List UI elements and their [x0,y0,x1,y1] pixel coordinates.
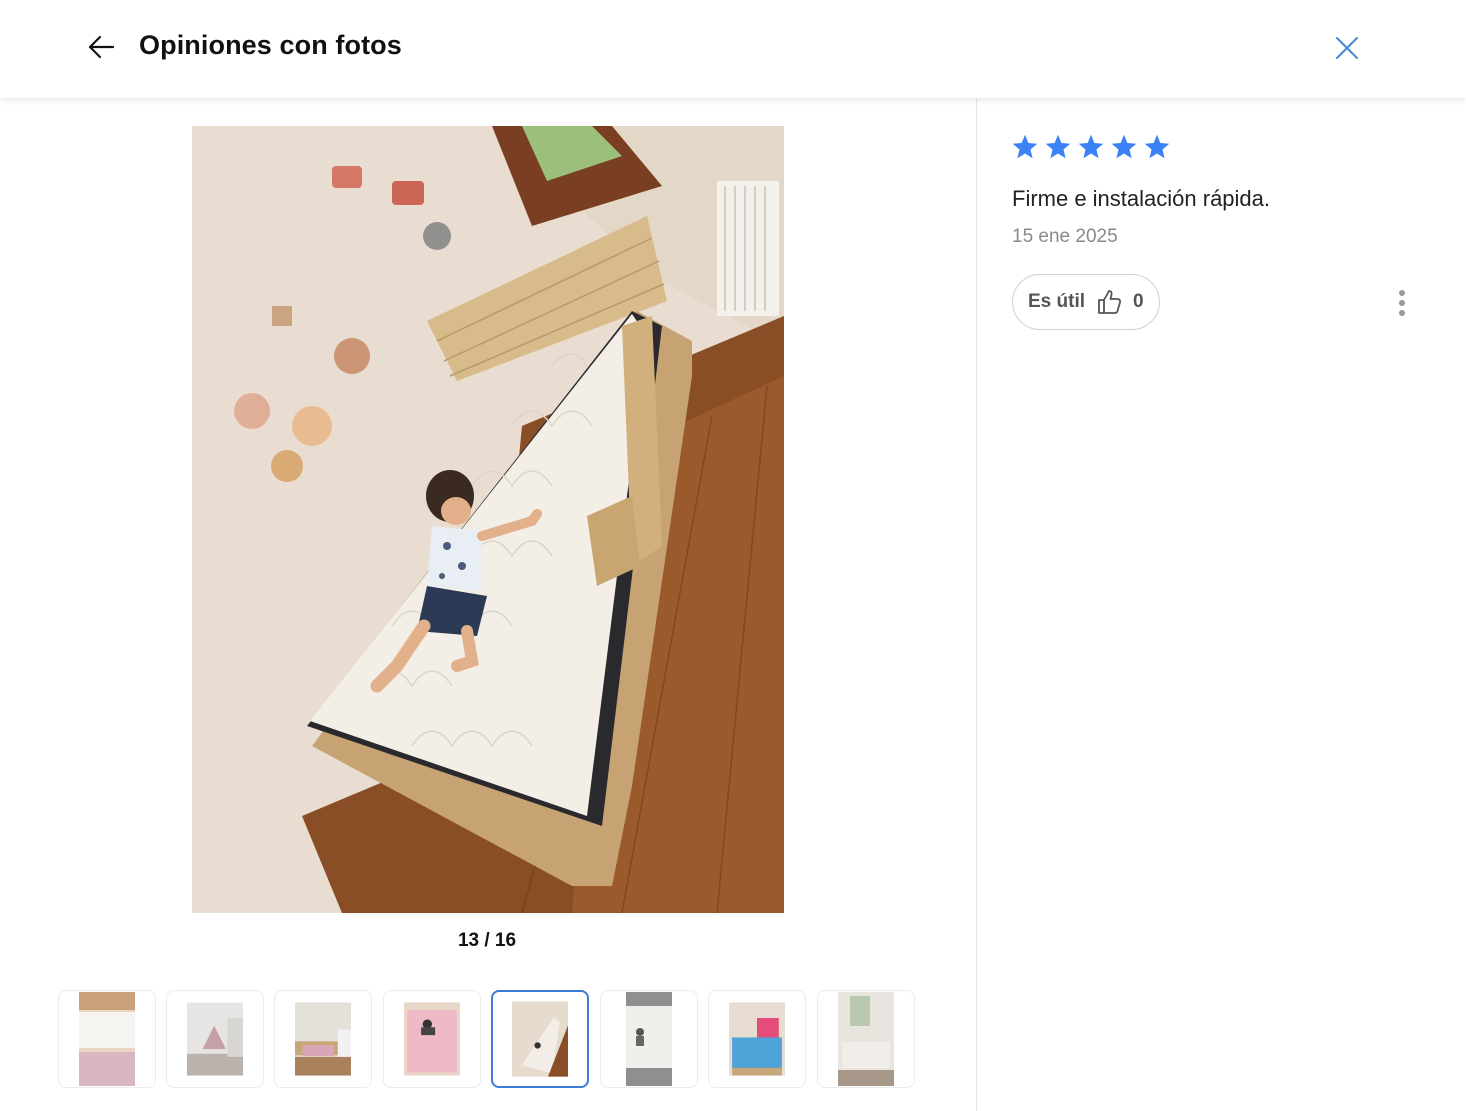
review-date: 15 ene 2025 [1012,226,1118,247]
thumbnail-2[interactable] [166,990,264,1088]
more-vertical-icon [1399,290,1405,296]
header: Opiniones con fotos [0,0,1466,98]
thumbnail-1[interactable] [58,990,156,1088]
thumbnail-5[interactable] [491,990,589,1088]
star-icon [1111,134,1137,159]
thumbnail-6[interactable] [600,990,698,1088]
star-icon [1012,134,1038,159]
more-vertical-icon-dot [1399,310,1405,316]
close-icon [1336,37,1358,59]
review-text: Firme e instalación rápida. [1012,186,1271,211]
more-vertical-icon-dot [1399,300,1405,306]
star-icon [1144,134,1170,159]
arrow-left-icon [88,35,115,59]
thumbnail-3[interactable] [274,990,372,1088]
back-button[interactable] [84,30,118,64]
page-title: Opiniones con fotos [139,30,402,60]
thumbs-up-icon [1098,290,1122,314]
thumbnail-7[interactable] [708,990,806,1088]
more-options-button[interactable] [1390,286,1414,320]
star-icon [1078,134,1104,159]
star-icon [1045,134,1071,159]
helpful-label: Es útil [1028,291,1086,312]
close-button[interactable] [1331,32,1363,64]
rating-stars [1011,133,1171,161]
helpful-button[interactable]: Es útil 0 [1012,274,1160,330]
thumbnail-8[interactable] [817,990,915,1088]
panel-divider [976,98,977,1111]
thumbnail-4[interactable] [383,990,481,1088]
helpful-count: 0 [1133,291,1144,312]
review-photo [192,126,784,913]
photo-counter: 13 / 16 [457,930,517,951]
